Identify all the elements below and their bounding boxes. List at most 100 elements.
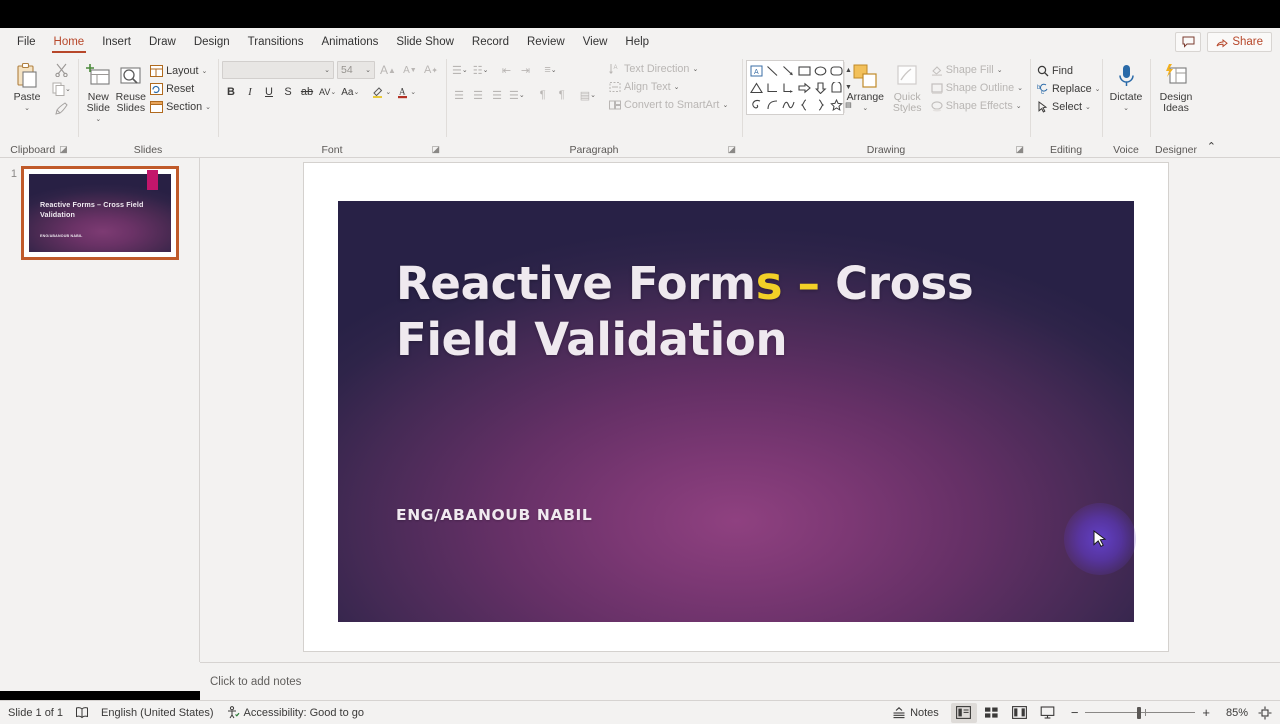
character-spacing-button[interactable]: AV ⌄ [317,83,338,101]
spell-check-button[interactable] [75,706,89,719]
text-highlight-button[interactable]: ⌄ [369,83,393,101]
select-button[interactable]: Select ⌄ [1034,98,1094,116]
convert-to-smartart-button[interactable]: Convert to SmartArt ⌄ [606,96,731,114]
shape-fill-button[interactable]: Shape Fill ⌄ [928,61,1026,79]
zoom-out-button[interactable]: − [1063,705,1084,720]
align-text-button[interactable]: Align Text ⌄ [606,78,731,96]
zoom-slider-thumb[interactable] [1137,706,1142,719]
shape-down-arrow-icon[interactable] [812,80,828,96]
slide-title-placeholder[interactable]: Reactive Forms – Cross Field Validation [396,256,1016,368]
comments-button[interactable] [1175,32,1202,52]
slide-counter[interactable]: Slide 1 of 1 [8,707,63,719]
shapes-gallery[interactable]: A ▲ ▼ ▤ [746,60,852,115]
align-center-button[interactable]: ☰ [469,86,487,104]
shape-arc-icon[interactable] [764,97,780,113]
italic-button[interactable]: I [241,83,259,101]
tab-design[interactable]: Design [185,33,239,54]
shape-rounded-rectangle-icon[interactable] [828,63,844,79]
slide-edit-pane[interactable]: Reactive Forms – Cross Field Validation … [200,158,1280,662]
chevron-down-icon[interactable]: ⌄ [365,66,371,74]
reset-button[interactable]: Reset [147,80,214,98]
shape-left-brace-icon[interactable] [796,97,812,113]
quick-styles-button[interactable]: Quick Styles [887,57,928,114]
chevron-down-icon[interactable]: ⌄ [1123,103,1129,114]
shape-flowchart-icon[interactable] [828,80,844,96]
accessibility-status[interactable]: Accessibility: Good to go [226,706,364,719]
shape-right-brace-icon[interactable] [812,97,828,113]
font-name-input[interactable]: ⌄ [222,61,334,79]
language-status[interactable]: English (United States) [101,707,214,719]
text-direction-button[interactable]: A Text Direction ⌄ [606,60,731,78]
find-button[interactable]: Find [1034,62,1076,80]
text-shadow-button[interactable]: S [279,83,297,101]
shape-textbox-icon[interactable]: A [748,63,764,79]
shape-oval-icon[interactable] [812,63,828,79]
shape-elbow-arrow-icon[interactable] [780,80,796,96]
shape-elbow-connector-icon[interactable] [764,80,780,96]
font-size-input[interactable]: 54 ⌄ [337,61,375,79]
chevron-down-icon[interactable]: ⌄ [324,66,330,74]
tab-review[interactable]: Review [518,33,574,54]
slide-canvas[interactable]: Reactive Forms – Cross Field Validation … [304,163,1168,651]
new-slide-button[interactable]: New Slide ⌄ [82,57,115,125]
tab-animations[interactable]: Animations [312,33,387,54]
arrange-button[interactable]: Arrange ⌄ [844,57,887,114]
fit-to-window-button[interactable] [1250,706,1272,720]
dictate-button[interactable]: Dictate ⌄ [1106,57,1146,114]
clipboard-dialog-launcher[interactable]: ◪ [59,144,68,155]
font-color-button[interactable]: A ⌄ [394,83,418,101]
slide-surface[interactable]: Reactive Forms – Cross Field Validation … [338,201,1136,622]
shape-outline-button[interactable]: Shape Outline ⌄ [928,79,1026,97]
strikethrough-button[interactable]: ab [298,83,316,101]
notes-pane[interactable]: Click to add notes [200,662,1280,700]
justify-button[interactable]: ☰ ⌄ [507,86,527,104]
grow-font-button[interactable]: A ▲ [378,61,398,79]
shape-rectangle-icon[interactable] [796,63,812,79]
shrink-font-button[interactable]: A ▼ [401,61,419,79]
decrease-indent-button[interactable]: ⇤ [498,61,516,79]
shape-triangle-icon[interactable] [748,80,764,96]
underline-button[interactable]: U [260,83,278,101]
bullets-button[interactable]: ☰ ⌄ [450,61,470,79]
shape-arrow-icon[interactable] [780,63,796,79]
tab-help[interactable]: Help [616,33,658,54]
shape-curve-icon[interactable] [780,97,796,113]
shape-freeform-icon[interactable] [748,97,764,113]
zoom-in-button[interactable]: + [1197,705,1216,720]
format-painter-button[interactable] [50,99,73,117]
slide-subtitle-placeholder[interactable]: ENG/ABANOUB NABIL [396,506,592,524]
chevron-down-icon[interactable]: ⌄ [862,103,868,114]
zoom-level-label[interactable]: 85% [1218,707,1248,719]
tab-view[interactable]: View [574,33,617,54]
tab-record[interactable]: Record [463,33,518,54]
thumbnail-item-1[interactable]: 1 Reactive Forms – Cross Field Validatio… [0,166,199,260]
align-right-button[interactable]: ☰ [488,86,506,104]
reuse-slides-button[interactable]: Reuse Slides [115,57,148,114]
notes-toggle-button[interactable]: Notes [892,706,949,719]
collapse-ribbon-button[interactable]: ⌃ [1207,140,1216,153]
font-dialog-launcher[interactable]: ◪ [431,144,440,155]
tab-file[interactable]: File [8,33,45,54]
design-ideas-button[interactable]: Design Ideas [1154,57,1198,114]
shape-right-arrow-icon[interactable] [796,80,812,96]
tab-insert[interactable]: Insert [93,33,140,54]
section-button[interactable]: Section ⌄ [147,98,214,116]
shape-line-icon[interactable] [764,63,780,79]
columns-button[interactable]: ▤ ⌄ [578,86,598,104]
clear-formatting-button[interactable]: A ✦ [422,61,440,79]
shape-star-icon[interactable] [828,97,844,113]
line-spacing-button[interactable]: ≡ ⌄ [542,61,560,79]
text-direction-rtl-button[interactable]: ¶ [534,86,552,104]
share-button[interactable]: Share [1207,32,1272,52]
increase-indent-button[interactable]: ⇥ [517,61,535,79]
align-left-button[interactable]: ☰ [450,86,468,104]
cut-button[interactable] [50,61,73,79]
tab-transitions[interactable]: Transitions [239,33,313,54]
tab-slide-show[interactable]: Slide Show [387,33,463,54]
tab-home[interactable]: Home [45,33,94,54]
tab-draw[interactable]: Draw [140,33,185,54]
paragraph-dialog-launcher[interactable]: ◪ [727,144,736,155]
numbering-button[interactable]: ☷ ⌄ [471,61,491,79]
paste-button[interactable]: Paste ⌄ [4,57,50,114]
layout-button[interactable]: Layout ⌄ [147,62,214,80]
